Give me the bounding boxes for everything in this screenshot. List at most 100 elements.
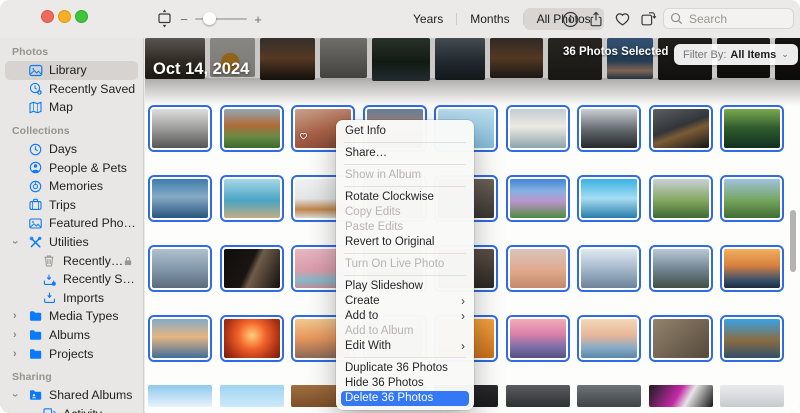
menu-item-hide-36-photos[interactable]: Hide 36 Photos	[336, 376, 474, 391]
sidebar-item-utilities[interactable]: › Utilities	[5, 233, 138, 252]
folder-icon	[29, 328, 44, 342]
sidebar-item-people-pets[interactable]: People & Pets	[5, 158, 138, 177]
search-input[interactable]	[687, 10, 791, 27]
library-icon	[29, 63, 44, 77]
sidebar-item-activity[interactable]: Activity	[5, 405, 138, 413]
sidebar-item-map[interactable]: Map	[5, 98, 138, 117]
photo-image	[652, 109, 709, 148]
photo-thumbnail-selected[interactable]	[720, 175, 784, 222]
photo-thumbnail-selected[interactable]	[219, 175, 284, 222]
strip-photo[interactable]	[260, 38, 315, 80]
photo-thumbnail-selected[interactable]	[505, 315, 570, 362]
strip-photo[interactable]	[372, 38, 430, 81]
photo-thumbnail-selected[interactable]	[648, 315, 713, 362]
menu-item-edit-with[interactable]: Edit With ›	[336, 339, 474, 354]
menu-item-get-info[interactable]: Get Info	[336, 124, 474, 139]
strip-photo[interactable]	[435, 38, 485, 80]
photo-thumbnail[interactable]	[720, 385, 784, 407]
photo-thumbnail-selected[interactable]	[148, 245, 212, 292]
strip-photo[interactable]	[490, 38, 543, 78]
photo-thumbnail-selected[interactable]	[148, 315, 212, 362]
photo-thumbnail-selected[interactable]	[148, 175, 212, 222]
filter-dropdown[interactable]: Filter By: All Items ⌄	[674, 44, 798, 65]
zoom-in-icon[interactable]: +	[252, 12, 264, 27]
photo-thumbnail-selected[interactable]	[648, 105, 713, 152]
menu-item-delete-36-photos[interactable]: Delete 36 Photos	[341, 391, 469, 406]
photo-thumbnail-selected[interactable]	[219, 315, 284, 362]
photo-thumbnail-selected[interactable]	[219, 105, 284, 152]
photo-thumbnail-selected[interactable]	[505, 245, 570, 292]
rotate-icon[interactable]	[640, 11, 657, 28]
zoom-slider-knob[interactable]	[203, 12, 216, 26]
sidebar-item-recently-saved[interactable]: Recently Saved	[5, 80, 138, 99]
share-icon[interactable]	[588, 11, 605, 28]
sidebar-item-imports[interactable]: Imports	[5, 289, 138, 308]
menu-item-add-to[interactable]: Add to ›	[336, 309, 474, 324]
photo-image	[652, 319, 709, 358]
sidebar-item-shared-albums[interactable]: › Shared Albums	[5, 386, 138, 405]
zoom-slider[interactable]: − +	[178, 0, 264, 38]
photo-thumbnail[interactable]	[219, 385, 284, 407]
menu-item-create[interactable]: Create ›	[336, 294, 474, 309]
chevron-right-icon[interactable]: ›	[13, 344, 17, 363]
tab-months[interactable]: Months	[457, 8, 522, 30]
menu-item-play-slideshow[interactable]: Play Slideshow	[336, 279, 474, 294]
sidebar-item-media-types[interactable]: › Media Types	[5, 307, 138, 326]
vertical-scrollbar[interactable]	[790, 210, 796, 272]
chevron-right-icon[interactable]: ›	[13, 307, 17, 326]
photo-thumbnail-selected[interactable]	[577, 175, 641, 222]
minimize-button[interactable]	[58, 10, 71, 23]
search-field[interactable]	[663, 8, 794, 29]
strip-photo[interactable]	[320, 38, 367, 78]
info-icon[interactable]	[562, 11, 579, 28]
photo-thumbnail-selected[interactable]	[577, 245, 641, 292]
sidebar-item-recently-delet[interactable]: Recently Delet…	[5, 251, 138, 270]
photo-image	[223, 179, 280, 218]
heart-icon[interactable]	[614, 11, 631, 28]
photo-thumbnail-selected[interactable]	[577, 315, 641, 362]
photo-image	[724, 109, 780, 148]
sidebar-item-albums[interactable]: › Albums	[5, 326, 138, 345]
sidebar-item-days[interactable]: Days	[5, 140, 138, 159]
sidebar-item-library[interactable]: Library	[5, 61, 138, 80]
photo-thumbnail-selected[interactable]	[720, 315, 784, 362]
chevron-right-icon[interactable]: ›	[13, 326, 17, 345]
photo-thumbnail-selected[interactable]	[720, 105, 784, 152]
strip-photo[interactable]	[607, 38, 653, 79]
photo-thumbnail-selected[interactable]	[648, 175, 713, 222]
activity-icon	[43, 407, 58, 413]
photo-thumbnail[interactable]	[577, 385, 641, 407]
photo-thumbnail-selected[interactable]	[219, 245, 284, 292]
photo-thumbnail-selected[interactable]	[648, 245, 713, 292]
zoom-slider-track[interactable]	[195, 12, 247, 26]
strip-photo[interactable]	[548, 38, 602, 80]
menu-item-rotate-clockwise[interactable]: Rotate Clockwise	[336, 190, 474, 205]
menu-item-share[interactable]: Share…	[336, 146, 474, 161]
photo-thumbnail-selected[interactable]	[720, 245, 784, 292]
sidebar-item-memories[interactable]: Memories	[5, 177, 138, 196]
menu-item-duplicate-36-photos[interactable]: Duplicate 36 Photos	[336, 361, 474, 376]
photo-thumbnail-selected[interactable]	[505, 175, 570, 222]
photo-image	[509, 109, 566, 148]
sidebar-item-trips[interactable]: Trips	[5, 196, 138, 215]
photo-thumbnail-selected[interactable]	[148, 105, 212, 152]
menu-item-revert-to-original[interactable]: Revert to Original	[336, 235, 474, 250]
menu-item-label: Show in Album	[345, 169, 422, 181]
photo-thumbnail-selected[interactable]	[577, 105, 641, 152]
sidebar-item-projects[interactable]: › Projects	[5, 344, 138, 363]
sidebar-item-featured-photos[interactable]: Featured Photos	[5, 214, 138, 233]
sidebar-item-recently-saved[interactable]: Recently Saved	[5, 270, 138, 289]
fullscreen-button[interactable]	[75, 10, 88, 23]
close-button[interactable]	[41, 10, 54, 23]
tab-years[interactable]: Years	[400, 8, 456, 30]
zoom-fit-icon[interactable]	[156, 7, 174, 31]
menu-item-label: Copy Edits	[345, 206, 401, 218]
photo-thumbnail[interactable]	[148, 385, 212, 407]
photo-thumbnail-selected[interactable]	[505, 105, 570, 152]
photo-thumbnail[interactable]	[505, 385, 570, 407]
photo-thumbnail[interactable]	[648, 385, 713, 407]
menu-item-label: Duplicate 36 Photos	[345, 362, 448, 374]
chevron-down-icon[interactable]: ›	[6, 393, 25, 397]
chevron-down-icon[interactable]: ›	[6, 240, 25, 244]
zoom-out-icon[interactable]: −	[178, 12, 190, 27]
